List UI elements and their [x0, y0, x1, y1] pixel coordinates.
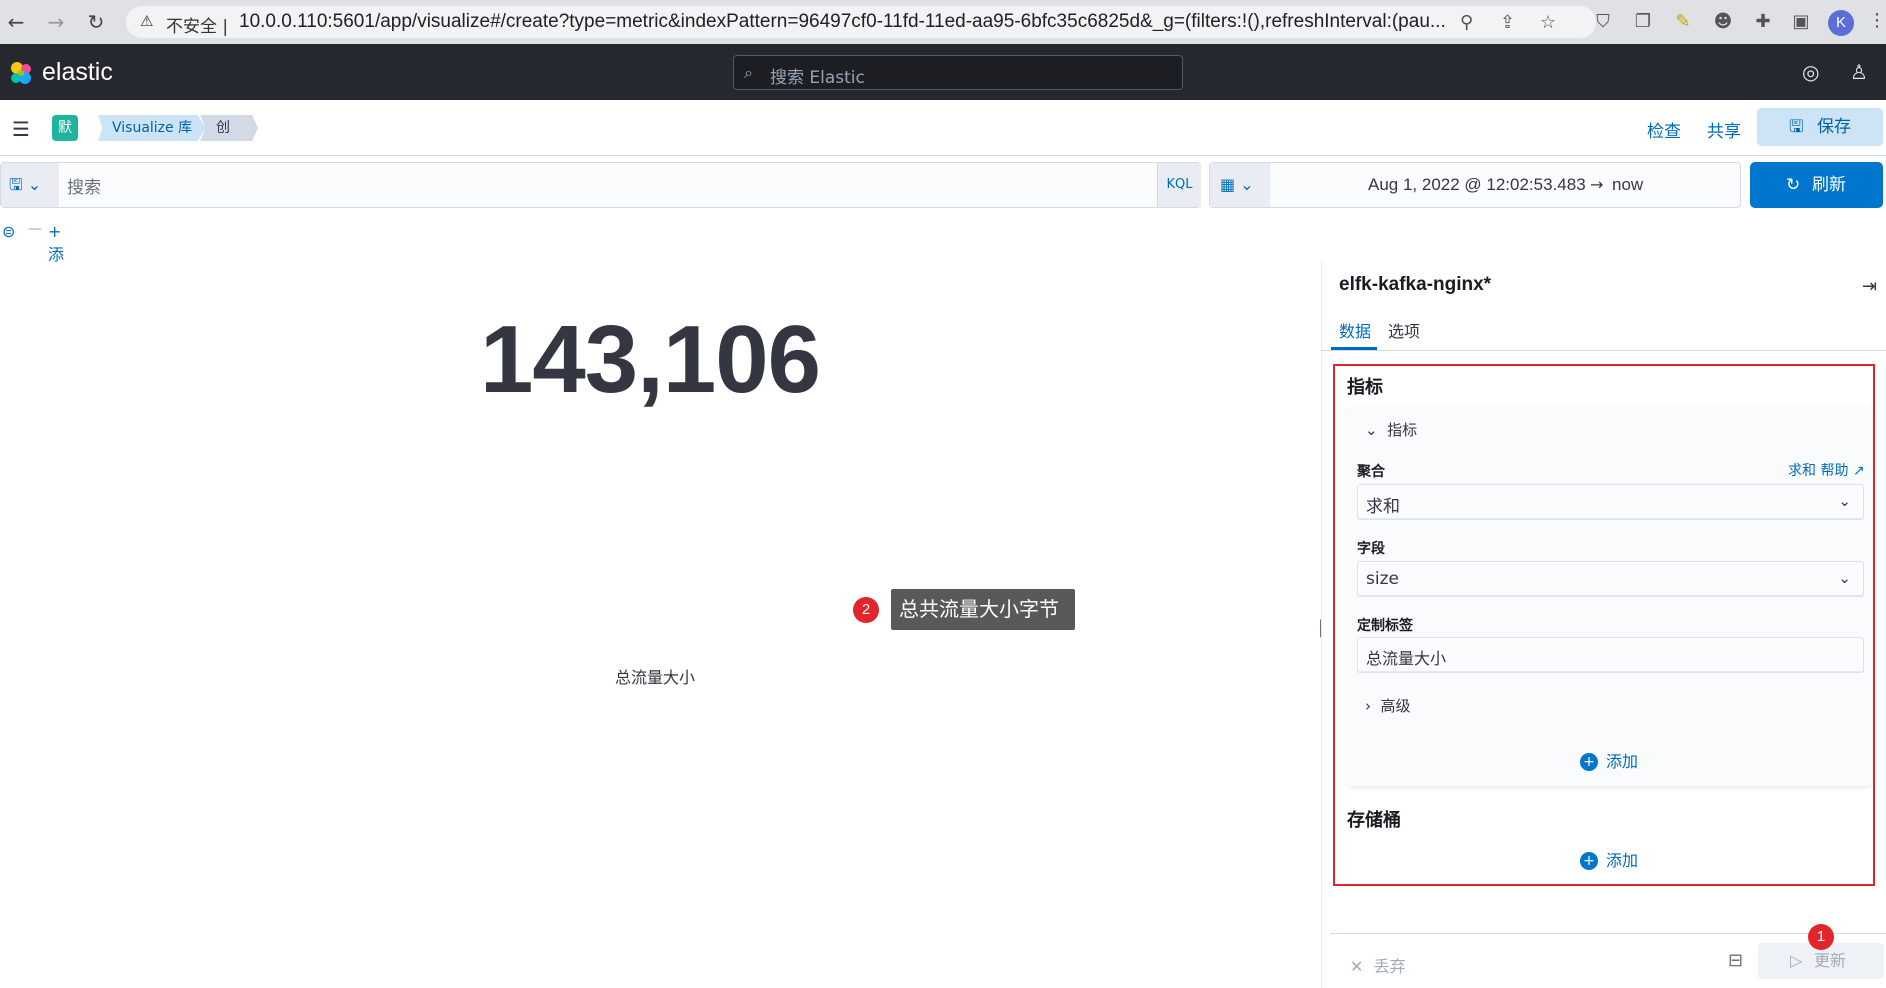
- field-select[interactable]: size ⌄: [1357, 561, 1864, 597]
- global-search-input[interactable]: ⌕ 搜索 Elastic: [733, 55, 1183, 90]
- query-search-input[interactable]: 搜索: [67, 173, 101, 198]
- address-bar[interactable]: ⚠ 不安全 | 10.0.0.110:5601/app/visualize#/c…: [126, 6, 1596, 38]
- side-panel-icon[interactable]: ▣: [1790, 11, 1812, 33]
- logo-text[interactable]: elastic: [42, 58, 113, 87]
- hamburger-menu-icon[interactable]: ☰: [12, 117, 30, 141]
- query-bar: 🖫 ⌄ 搜索 KQL: [0, 162, 1201, 208]
- custom-label-label: 定制标签: [1357, 618, 1413, 634]
- add-bucket-label: 添加: [1606, 851, 1639, 870]
- metric-value: 143,106: [480, 306, 821, 413]
- tab-data[interactable]: 数据: [1339, 318, 1371, 342]
- refresh-button[interactable]: ↻ 刷新: [1750, 162, 1883, 208]
- save-button-label: 保存: [1817, 117, 1851, 137]
- advanced-toggle[interactable]: › 高级: [1365, 695, 1411, 716]
- extension-copy-icon[interactable]: ❐: [1632, 11, 1654, 33]
- buckets-section-title: 存储桶: [1347, 810, 1401, 831]
- external-link-icon: ↗: [1852, 463, 1865, 479]
- annotation-badge: 2: [853, 597, 879, 623]
- breadcrumb-bar: ☰: [0, 100, 1886, 156]
- metric-agg-title: 指标: [1387, 421, 1418, 439]
- auto-apply-toggle-icon[interactable]: ⊟: [1728, 950, 1743, 971]
- filter-divider: —: [28, 221, 42, 237]
- date-start[interactable]: Aug 1, 2022 @ 12:02:53.483: [1368, 175, 1586, 195]
- date-picker: ▦ ⌄ Aug 1, 2022 @ 12:02:53.483 → now: [1209, 162, 1741, 208]
- share-page-icon[interactable]: ⇪: [1500, 12, 1515, 33]
- inspect-link[interactable]: 检查: [1647, 117, 1681, 142]
- zoom-icon[interactable]: ⚲: [1460, 12, 1473, 33]
- collapse-sidebar-icon[interactable]: ⇥: [1862, 276, 1877, 297]
- plus-circle-icon: +: [1580, 753, 1598, 771]
- save-button[interactable]: 🖫 保存: [1757, 108, 1883, 146]
- discard-label: 丢弃: [1373, 957, 1406, 976]
- warning-icon: ⚠: [140, 12, 154, 30]
- refresh-icon: ↻: [1786, 175, 1801, 195]
- chrome-menu-icon[interactable]: ⋮: [1868, 10, 1886, 31]
- url-text[interactable]: 10.0.0.110:5601/app/visualize#/create?ty…: [239, 11, 1489, 33]
- field-label: 字段: [1357, 541, 1385, 557]
- browser-toolbar: ← → ↻ ⚠ 不安全 | 10.0.0.110:5601/app/visual…: [0, 0, 1886, 44]
- chevron-down-icon: ⌄: [1838, 569, 1851, 587]
- elastic-logo-icon[interactable]: [8, 60, 34, 86]
- plus-circle-icon: +: [1580, 852, 1598, 870]
- custom-label-value: 总流量大小: [1366, 649, 1447, 668]
- tab-divider: [1321, 350, 1886, 351]
- custom-label-input[interactable]: 总流量大小: [1357, 637, 1864, 673]
- refresh-button-label: 刷新: [1812, 175, 1846, 195]
- aggregation-select[interactable]: 求和 ⌄: [1357, 484, 1864, 520]
- add-bucket-button[interactable]: + 添加: [1580, 847, 1638, 871]
- chevron-down-icon: ⌄: [1838, 492, 1851, 510]
- breadcrumb-create: 创建: [200, 115, 258, 141]
- metric-agg-toggle[interactable]: ⌄ 指标: [1365, 419, 1417, 440]
- aggregation-help-link[interactable]: 求和 帮助 ↗: [1788, 460, 1865, 480]
- kql-toggle-button[interactable]: KQL: [1157, 163, 1201, 207]
- add-metric-label: 添加: [1606, 752, 1639, 771]
- kibana-header: elastic ⌕ 搜索 Elastic ◎ ♙: [0, 44, 1886, 100]
- advanced-label: 高级: [1380, 697, 1411, 715]
- quick-date-menu-button[interactable]: ▦ ⌄: [1210, 163, 1270, 207]
- index-pattern-title: elfk-kafka-nginx*: [1339, 274, 1492, 295]
- space-avatar[interactable]: 默: [52, 115, 78, 141]
- bookmark-star-icon[interactable]: ☆: [1540, 12, 1556, 33]
- update-annotation-badge: 1: [1808, 924, 1834, 950]
- date-range-arrow-icon: →: [1590, 175, 1604, 194]
- profile-avatar[interactable]: K: [1828, 10, 1854, 36]
- breadcrumb-visualize-library[interactable]: Visualize 库: [98, 115, 207, 141]
- forward-icon[interactable]: →: [44, 10, 68, 34]
- share-link[interactable]: 共享: [1707, 117, 1741, 142]
- extensions-puzzle-icon[interactable]: ✚: [1752, 11, 1774, 33]
- filter-icon[interactable]: ⊜: [2, 222, 15, 241]
- discard-button[interactable]: ✕ 丢弃: [1350, 953, 1406, 977]
- reload-icon[interactable]: ↻: [84, 10, 108, 34]
- add-metric-button[interactable]: + 添加: [1580, 748, 1638, 772]
- field-select-value: size: [1366, 569, 1399, 589]
- aggregation-label: 聚合: [1357, 464, 1385, 480]
- tab-options[interactable]: 选项: [1388, 318, 1420, 342]
- global-search-placeholder: 搜索 Elastic: [770, 68, 865, 88]
- saved-query-menu-button[interactable]: 🖫 ⌄: [1, 163, 59, 207]
- metric-label: 总流量大小: [615, 668, 696, 687]
- extension-highlighter-icon[interactable]: ✎: [1672, 11, 1694, 33]
- aggregation-select-value: 求和: [1366, 497, 1400, 517]
- save-icon: 🖫: [1789, 117, 1804, 137]
- help-link-text: 求和 帮助: [1788, 463, 1849, 479]
- play-icon: ▷: [1790, 951, 1803, 970]
- extension-shield-icon[interactable]: ⛉: [1592, 11, 1614, 33]
- search-icon: ⌕: [744, 63, 753, 82]
- help-lifebuoy-icon[interactable]: ◎: [1802, 60, 1819, 84]
- user-menu-icon[interactable]: ♙: [1850, 60, 1868, 84]
- back-icon[interactable]: ←: [4, 10, 28, 34]
- metrics-section-title: 指标: [1347, 377, 1383, 398]
- annotation-tooltip: 总共流量大小字节: [891, 589, 1075, 630]
- insecure-label: 不安全 |: [166, 17, 229, 37]
- date-end[interactable]: now: [1612, 175, 1643, 195]
- extension-panda-icon[interactable]: ☻: [1712, 11, 1734, 33]
